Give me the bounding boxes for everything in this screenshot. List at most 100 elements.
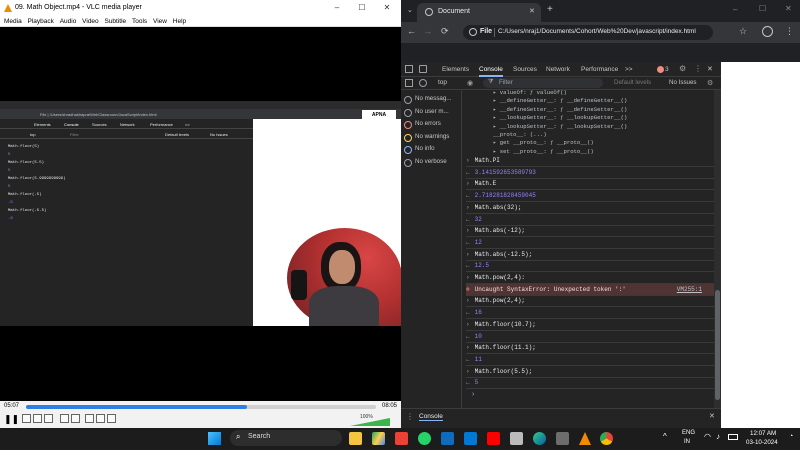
reload-button[interactable]: ⟳ xyxy=(441,26,449,37)
scroll-thumb[interactable] xyxy=(715,290,720,400)
volume-slider[interactable] xyxy=(350,418,390,426)
sidebar-item[interactable]: No verbose xyxy=(415,158,447,165)
console-output-row[interactable]: ← 11 xyxy=(466,354,714,366)
fullscreen-button[interactable] xyxy=(60,414,69,423)
google-drive-icon[interactable] xyxy=(372,432,385,445)
console-input-row[interactable]: › Math.pow(2,4): xyxy=(466,272,714,284)
proto-entry[interactable]: __proto__: (...) xyxy=(493,131,547,138)
extended-settings-button[interactable] xyxy=(71,414,80,423)
address-bar[interactable]: File C:/Users/nraj1/Documents/Cohort/Web… xyxy=(463,25,713,40)
device-toolbar-icon[interactable] xyxy=(419,65,427,73)
minimize-button[interactable]: – xyxy=(330,0,344,16)
console-settings-icon[interactable]: ⚙ xyxy=(707,79,713,87)
menu-subtitle[interactable]: Subtitle xyxy=(104,16,126,27)
edge-icon[interactable] xyxy=(533,432,546,445)
console-output-row[interactable]: ← 12.5 xyxy=(466,260,714,273)
console-output-row[interactable]: ← 32 xyxy=(466,214,714,226)
file-explorer-icon[interactable] xyxy=(349,432,362,445)
console-input-row[interactable]: › Math.floor(11.1); xyxy=(466,342,714,355)
chrome-minimize-button[interactable]: – xyxy=(733,5,737,14)
console-input-row[interactable]: › Math.abs(-12); xyxy=(466,225,714,238)
gmail-icon[interactable] xyxy=(395,432,408,445)
menu-playback[interactable]: Playback xyxy=(28,16,54,27)
notification-bell-icon[interactable]: ◔ xyxy=(789,433,793,440)
proto-entry[interactable]: ▸ set __proto__: ƒ __proto__() xyxy=(493,148,594,155)
console-output-row[interactable]: ← 16 xyxy=(466,307,714,320)
filter-input[interactable]: ⧩ Filter xyxy=(483,78,603,88)
playlist-button[interactable] xyxy=(85,414,94,423)
proto-entry[interactable]: ▸ __defineSetter__: ƒ __defineSetter__() xyxy=(493,106,627,113)
console-input-row[interactable]: › Math.abs(-12.5); xyxy=(466,249,714,261)
inspect-icon[interactable] xyxy=(405,65,413,73)
devtools-tab-performance[interactable]: Performance xyxy=(581,66,618,73)
seek-bar[interactable] xyxy=(26,405,376,409)
microsoft-store-icon[interactable] xyxy=(441,432,454,445)
loop-button[interactable] xyxy=(96,414,105,423)
profile-icon[interactable] xyxy=(762,26,773,37)
devtools-settings-icon[interactable]: ⚙ xyxy=(679,64,686,73)
proto-entry[interactable]: ▸ __defineGetter__: ƒ __defineGetter__() xyxy=(493,97,627,104)
source-link[interactable]: VM255:1 xyxy=(677,284,702,296)
default-levels-dropdown[interactable]: Default levels xyxy=(614,79,651,86)
error-badge-icon[interactable] xyxy=(657,66,664,73)
vscode-icon[interactable] xyxy=(464,432,477,445)
console-input-row[interactable]: › Math.pow(2,4); xyxy=(466,295,714,308)
console-input-row[interactable]: › Math.floor(5.5); xyxy=(466,366,714,378)
console-input-row[interactable]: › Math.abs(32); xyxy=(466,202,714,214)
console-input-row[interactable]: › Math.floor(10.7); xyxy=(466,319,714,331)
clear-console-icon[interactable] xyxy=(419,79,427,87)
eye-icon[interactable]: ◉ xyxy=(467,79,473,87)
menu-audio[interactable]: Audio xyxy=(60,16,77,27)
battery-icon[interactable] xyxy=(728,434,738,440)
tab-close-icon[interactable]: ✕ xyxy=(529,7,535,15)
clock-time[interactable]: 12:07 AM xyxy=(750,430,776,437)
menu-tools[interactable]: Tools xyxy=(132,16,147,27)
devtools-menu-icon[interactable]: ⋮ xyxy=(694,64,702,73)
stop-button[interactable] xyxy=(33,414,42,423)
console-output-row[interactable]: ← 12 xyxy=(466,237,714,249)
console-input-row[interactable]: › Math.PI xyxy=(466,155,714,167)
proto-entry[interactable]: ▸ __lookupGetter__: ƒ __lookupGetter__() xyxy=(493,114,627,121)
next-button[interactable] xyxy=(44,414,53,423)
previous-button[interactable] xyxy=(22,414,31,423)
menu-kebab-icon[interactable]: ⋮ xyxy=(785,26,794,37)
drawer-menu-icon[interactable]: ⋮ xyxy=(406,412,414,421)
language-top[interactable]: ENG xyxy=(682,430,695,436)
back-button[interactable]: ← xyxy=(407,26,416,36)
console-input-row[interactable]: › Math.E xyxy=(466,178,714,191)
shuffle-button[interactable] xyxy=(107,414,116,423)
sidebar-item[interactable]: No messag... xyxy=(415,95,451,102)
close-button[interactable]: ✕ xyxy=(380,0,394,16)
language-bottom[interactable]: IN xyxy=(684,439,690,445)
devtools-close-icon[interactable]: ✕ xyxy=(707,65,713,73)
console-output-row[interactable]: ← 2.718281828459045 xyxy=(466,190,714,203)
tray-chevron-icon[interactable]: ^ xyxy=(663,432,667,441)
devtools-tab-elements[interactable]: Elements xyxy=(442,66,469,73)
proto-entry[interactable]: ▸ get __proto__: ƒ __proto__() xyxy=(493,139,594,146)
sidebar-item[interactable]: No errors xyxy=(415,120,441,127)
tab-search-button[interactable]: ⌄ xyxy=(407,6,413,14)
bookmark-star-icon[interactable]: ☆ xyxy=(739,26,747,37)
vlc-taskbar-icon[interactable] xyxy=(579,432,591,445)
maximize-button[interactable]: ☐ xyxy=(355,0,369,16)
new-tab-button[interactable]: + xyxy=(547,4,553,15)
devtools-tab-console[interactable]: Console xyxy=(479,66,503,77)
pause-button[interactable]: ❚❚ xyxy=(4,414,19,425)
devtools-tab-more[interactable]: >> xyxy=(625,66,633,73)
photos-icon[interactable] xyxy=(556,432,569,445)
whatsapp-icon[interactable] xyxy=(418,432,431,445)
drawer-close-icon[interactable]: ✕ xyxy=(709,412,715,420)
console-output-row[interactable]: ← 5 xyxy=(466,377,714,390)
sidebar-item[interactable]: No user m... xyxy=(415,108,449,115)
context-selector[interactable]: top xyxy=(438,79,447,86)
devtools-tab-network[interactable]: Network xyxy=(546,66,570,73)
chrome-maximize-button[interactable]: ☐ xyxy=(759,4,766,13)
clock-date[interactable]: 03-10-2024 xyxy=(746,439,778,446)
volume-icon[interactable]: ♪ xyxy=(716,432,720,441)
camera-app-icon[interactable] xyxy=(510,432,523,445)
drawer-tab-console[interactable]: Console xyxy=(419,413,443,421)
console-output-row[interactable]: ← 10 xyxy=(466,331,714,343)
start-button[interactable] xyxy=(208,432,221,445)
tab-document[interactable]: Document ✕ xyxy=(417,3,541,22)
sidebar-item[interactable]: No info xyxy=(415,145,435,152)
